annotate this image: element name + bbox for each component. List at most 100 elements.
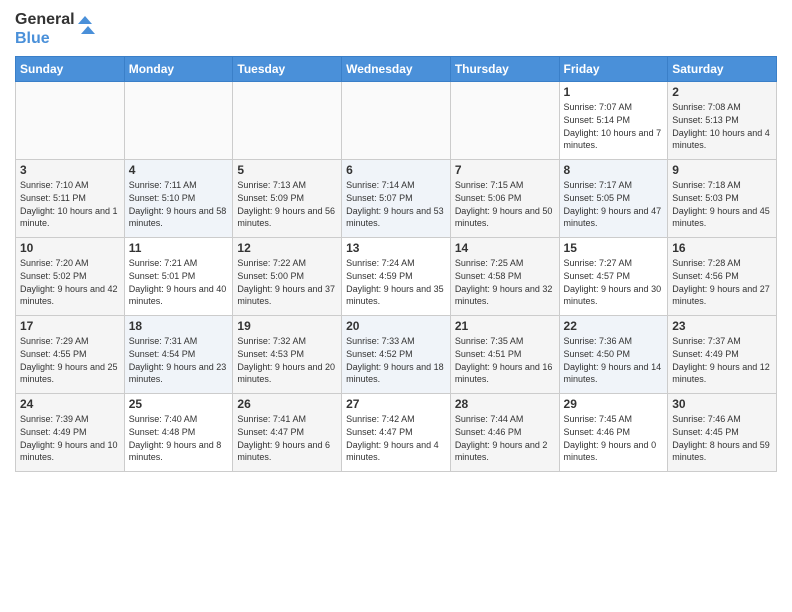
calendar-week-2: 3 Sunrise: 7:10 AM Sunset: 5:11 PM Daylig… [16,160,777,238]
calendar-cell: 11 Sunrise: 7:21 AM Sunset: 5:01 PM Dayli… [124,238,233,316]
calendar-week-4: 17Sunrise: 7:29 AM Sunset: 4:55 PM Dayli… [16,316,777,394]
calendar-table: SundayMondayTuesdayWednesdayThursdayFrid… [15,56,777,472]
calendar-cell: 6Sunrise: 7:14 AM Sunset: 5:07 PM Daylig… [342,160,451,238]
calendar-cell: 9Sunrise: 7:18 AM Sunset: 5:03 PM Daylig… [668,160,777,238]
logo-arrow-icon [78,14,98,44]
calendar-cell: 17Sunrise: 7:29 AM Sunset: 4:55 PM Dayli… [16,316,125,394]
calendar-cell: 23 Sunrise: 7:37 AM Sunset: 4:49 PM Dayli… [668,316,777,394]
day-info: Sunrise: 7:24 AM Sunset: 4:59 PM Dayligh… [346,257,446,307]
calendar-week-5: 24 Sunrise: 7:39 AM Sunset: 4:49 PM Dayli… [16,394,777,472]
day-info: Sunrise: 7:28 AM Sunset: 4:56 PM Dayligh… [672,257,772,307]
day-number: 23 [672,319,772,333]
day-number: 27 [346,397,446,411]
calendar-cell [342,82,451,160]
calendar-cell: 8Sunrise: 7:17 AM Sunset: 5:05 PM Daylig… [559,160,668,238]
day-info: Sunrise: 7:40 AM Sunset: 4:48 PM Dayligh… [129,413,229,463]
day-info: Sunrise: 7:11 AM Sunset: 5:10 PM Dayligh… [129,179,229,229]
calendar-cell: 22Sunrise: 7:36 AM Sunset: 4:50 PM Dayli… [559,316,668,394]
calendar-cell: 20 Sunrise: 7:33 AM Sunset: 4:52 PM Dayli… [342,316,451,394]
day-number: 15 [564,241,664,255]
day-info: Sunrise: 7:20 AM Sunset: 5:02 PM Dayligh… [20,257,120,307]
day-number: 25 [129,397,229,411]
day-number: 1 [564,85,664,99]
day-header-monday: Monday [124,57,233,82]
calendar-cell: 18Sunrise: 7:31 AM Sunset: 4:54 PM Dayli… [124,316,233,394]
calendar-cell: 24 Sunrise: 7:39 AM Sunset: 4:49 PM Dayli… [16,394,125,472]
day-info: Sunrise: 7:08 AM Sunset: 5:13 PM Dayligh… [672,101,772,151]
day-info: Sunrise: 7:13 AM Sunset: 5:09 PM Dayligh… [237,179,337,229]
calendar-cell: 21 Sunrise: 7:35 AM Sunset: 4:51 PM Dayli… [450,316,559,394]
calendar-cell: 28 Sunrise: 7:44 AM Sunset: 4:46 PM Dayli… [450,394,559,472]
day-number: 3 [20,163,120,177]
day-info: Sunrise: 7:07 AM Sunset: 5:14 PM Dayligh… [564,101,664,151]
day-info: Sunrise: 7:15 AM Sunset: 5:06 PM Dayligh… [455,179,555,229]
day-info: Sunrise: 7:32 AM Sunset: 4:53 PM Dayligh… [237,335,337,385]
calendar-cell [124,82,233,160]
calendar-cell [16,82,125,160]
day-info: Sunrise: 7:37 AM Sunset: 4:49 PM Dayligh… [672,335,772,385]
calendar-cell: 13 Sunrise: 7:24 AM Sunset: 4:59 PM Dayli… [342,238,451,316]
day-info: Sunrise: 7:29 AM Sunset: 4:55 PM Dayligh… [20,335,120,385]
day-number: 29 [564,397,664,411]
day-number: 19 [237,319,337,333]
calendar-cell: 7 Sunrise: 7:15 AM Sunset: 5:06 PM Daylig… [450,160,559,238]
day-info: Sunrise: 7:41 AM Sunset: 4:47 PM Dayligh… [237,413,337,463]
day-number: 11 [129,241,229,255]
day-header-saturday: Saturday [668,57,777,82]
day-number: 7 [455,163,555,177]
day-number: 10 [20,241,120,255]
logo: GeneralBlue [15,10,98,48]
day-number: 4 [129,163,229,177]
calendar-cell: 16 Sunrise: 7:28 AM Sunset: 4:56 PM Dayli… [668,238,777,316]
calendar-header-row: SundayMondayTuesdayWednesdayThursdayFrid… [16,57,777,82]
calendar-cell: 14Sunrise: 7:25 AM Sunset: 4:58 PM Dayli… [450,238,559,316]
day-number: 9 [672,163,772,177]
day-info: Sunrise: 7:27 AM Sunset: 4:57 PM Dayligh… [564,257,664,307]
calendar-week-1: 1 Sunrise: 7:07 AM Sunset: 5:14 PM Daylig… [16,82,777,160]
day-info: Sunrise: 7:31 AM Sunset: 4:54 PM Dayligh… [129,335,229,385]
day-number: 22 [564,319,664,333]
day-info: Sunrise: 7:39 AM Sunset: 4:49 PM Dayligh… [20,413,120,463]
calendar-cell: 12 Sunrise: 7:22 AM Sunset: 5:00 PM Dayli… [233,238,342,316]
day-header-friday: Friday [559,57,668,82]
logo-wrapper: GeneralBlue [15,10,98,48]
day-number: 5 [237,163,337,177]
day-info: Sunrise: 7:35 AM Sunset: 4:51 PM Dayligh… [455,335,555,385]
day-header-thursday: Thursday [450,57,559,82]
day-number: 28 [455,397,555,411]
day-number: 13 [346,241,446,255]
day-info: Sunrise: 7:45 AM Sunset: 4:46 PM Dayligh… [564,413,664,463]
calendar-cell: 10 Sunrise: 7:20 AM Sunset: 5:02 PM Dayli… [16,238,125,316]
day-number: 30 [672,397,772,411]
day-number: 21 [455,319,555,333]
day-info: Sunrise: 7:17 AM Sunset: 5:05 PM Dayligh… [564,179,664,229]
day-info: Sunrise: 7:22 AM Sunset: 5:00 PM Dayligh… [237,257,337,307]
logo-general-text: General [15,10,75,29]
calendar-cell: 1 Sunrise: 7:07 AM Sunset: 5:14 PM Daylig… [559,82,668,160]
calendar-cell [450,82,559,160]
calendar-cell: 15 Sunrise: 7:27 AM Sunset: 4:57 PM Dayli… [559,238,668,316]
calendar-cell: 27 Sunrise: 7:42 AM Sunset: 4:47 PM Dayli… [342,394,451,472]
calendar-cell: 19 Sunrise: 7:32 AM Sunset: 4:53 PM Dayli… [233,316,342,394]
day-number: 14 [455,241,555,255]
calendar-cell: 26 Sunrise: 7:41 AM Sunset: 4:47 PM Dayli… [233,394,342,472]
calendar-week-3: 10 Sunrise: 7:20 AM Sunset: 5:02 PM Dayli… [16,238,777,316]
day-info: Sunrise: 7:46 AM Sunset: 4:45 PM Dayligh… [672,413,772,463]
day-info: Sunrise: 7:42 AM Sunset: 4:47 PM Dayligh… [346,413,446,463]
day-info: Sunrise: 7:33 AM Sunset: 4:52 PM Dayligh… [346,335,446,385]
day-number: 12 [237,241,337,255]
calendar-cell: 30 Sunrise: 7:46 AM Sunset: 4:45 PM Dayli… [668,394,777,472]
calendar-cell: 4 Sunrise: 7:11 AM Sunset: 5:10 PM Daylig… [124,160,233,238]
page-container: GeneralBlue SundayMondayTuesdayWednesday… [0,0,792,482]
day-info: Sunrise: 7:21 AM Sunset: 5:01 PM Dayligh… [129,257,229,307]
day-number: 16 [672,241,772,255]
day-number: 24 [20,397,120,411]
calendar-cell: 29 Sunrise: 7:45 AM Sunset: 4:46 PM Dayli… [559,394,668,472]
day-info: Sunrise: 7:10 AM Sunset: 5:11 PM Dayligh… [20,179,120,229]
day-number: 2 [672,85,772,99]
day-number: 20 [346,319,446,333]
day-number: 26 [237,397,337,411]
day-info: Sunrise: 7:44 AM Sunset: 4:46 PM Dayligh… [455,413,555,463]
calendar-cell: 5 Sunrise: 7:13 AM Sunset: 5:09 PM Daylig… [233,160,342,238]
calendar-cell: 2 Sunrise: 7:08 AM Sunset: 5:13 PM Daylig… [668,82,777,160]
